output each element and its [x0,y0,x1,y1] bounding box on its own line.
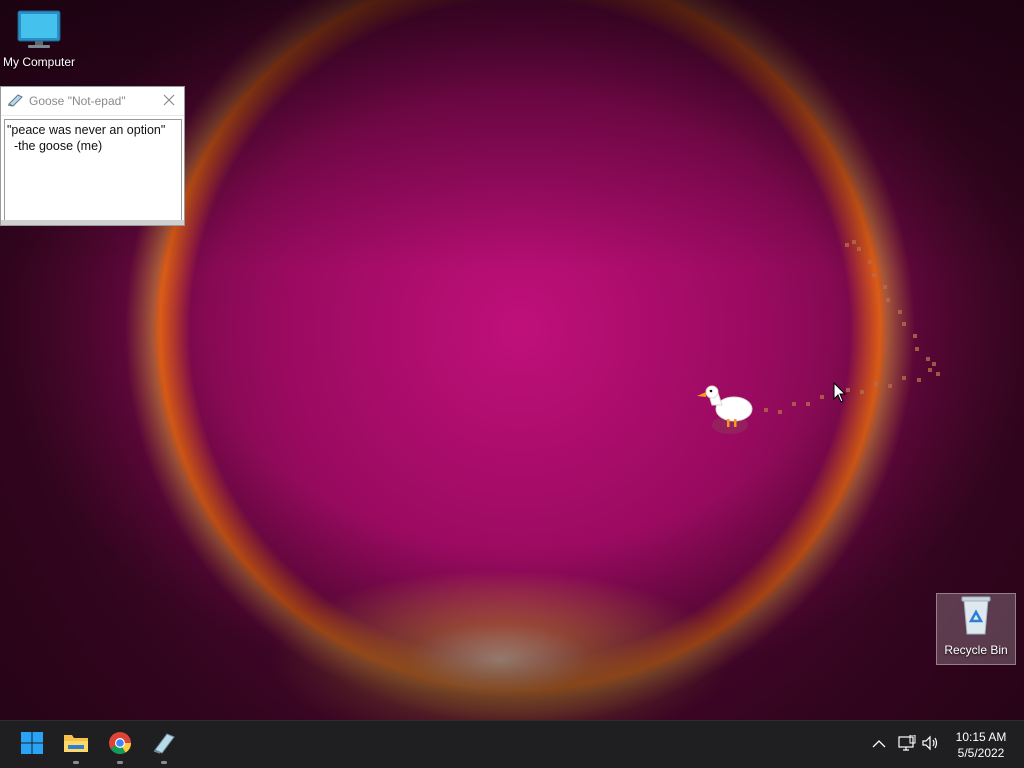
network-button[interactable] [894,725,920,765]
close-icon [163,94,175,109]
close-button[interactable] [160,92,178,110]
clock-date: 5/5/2022 [957,746,1005,760]
show-hidden-icons-button[interactable] [866,725,892,765]
notepad-icon [7,93,23,110]
notepad-icon [151,731,177,760]
recycle-bin-icon [956,596,996,641]
clock-time: 10:15 AM [955,730,1007,744]
goose-sprite[interactable] [694,383,758,441]
chrome-icon [108,731,132,760]
taskbar-notepad[interactable] [144,725,184,765]
start-button[interactable] [12,725,52,765]
notepad-bottom-border [1,220,184,225]
folder-icon [63,732,89,759]
monitor-icon [16,10,62,53]
goose-notepad-window[interactable]: Goose "Not-epad" "peace was never an opt… [0,86,185,226]
mouse-cursor-icon [833,382,847,403]
running-indicator [117,761,123,764]
volume-icon [922,735,940,756]
windows-start-icon [20,731,44,760]
taskbar: 10:15 AM 5/5/2022 [0,720,1024,768]
desktop-icon-label: My Computer [2,55,76,69]
taskbar-file-explorer[interactable] [56,725,96,765]
taskbar-chrome[interactable] [100,725,140,765]
chevron-up-icon [872,736,886,754]
network-icon [898,734,916,756]
volume-button[interactable] [918,725,944,765]
taskbar-clock[interactable]: 10:15 AM 5/5/2022 [946,729,1016,761]
notepad-title: Goose "Not-epad" [29,94,126,108]
notepad-titlebar[interactable]: Goose "Not-epad" [1,87,184,116]
desktop-icon-recycle-bin[interactable]: Recycle Bin [936,593,1016,665]
running-indicator [73,761,79,764]
desktop-icon-label: Recycle Bin [944,643,1008,657]
notepad-text-area[interactable]: "peace was never an option" -the goose (… [4,119,182,222]
running-indicator [161,761,167,764]
desktop-icon-my-computer[interactable]: My Computer [0,8,78,69]
